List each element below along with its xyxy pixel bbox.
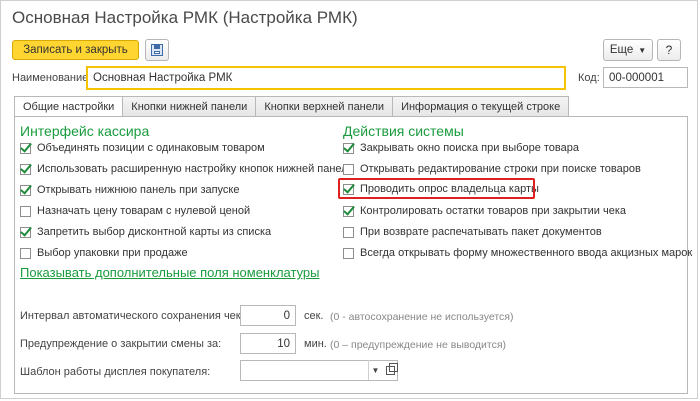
shift-warning-input[interactable]: 10 [240, 333, 296, 354]
help-button[interactable]: ? [657, 39, 681, 61]
autosave-label: Интервал автоматического сохранения чека… [20, 310, 251, 322]
option-merge-positions[interactable]: Объединять позиции с одинаковым товаром [20, 141, 265, 155]
tab-bottom-panel-buttons[interactable]: Кнопки нижней панели [122, 96, 257, 117]
option-forbid-card-list[interactable]: Запретить выбор дисконтной карты из спис… [20, 225, 271, 239]
option-label: Всегда открывать форму множественного вв… [360, 247, 693, 259]
name-input[interactable]: Основная Настройка РМК [86, 66, 566, 90]
option-control-stock[interactable]: Контролировать остатки товаров при закры… [343, 204, 626, 218]
save-and-close-button[interactable]: Записать и закрыть [12, 40, 139, 60]
window-title: Основная Настройка РМК (Настройка РМК) [12, 8, 358, 27]
option-label: Назначать цену товарам с нулевой ценой [37, 205, 251, 217]
shift-warning-unit: мин. [304, 338, 327, 350]
tab-top-panel-buttons[interactable]: Кнопки верхней панели [255, 96, 394, 117]
checkbox[interactable] [343, 142, 354, 154]
shift-warning-hint: (0 – предупреждение не выводится) [330, 339, 507, 351]
tab-bar: Общие настройки Кнопки нижней панели Кно… [14, 96, 570, 118]
open-window-icon[interactable] [383, 360, 398, 380]
checkbox[interactable] [20, 163, 31, 175]
system-actions-heading: Действия системы [343, 123, 464, 139]
chevron-down-icon: ▼ [638, 45, 647, 55]
triangle-down-icon[interactable]: ▼ [368, 360, 382, 380]
more-label: Еще [609, 44, 634, 56]
name-label: Наименование: [12, 72, 92, 84]
show-extra-fields-link[interactable]: Показывать дополнительные поля номенклат… [20, 265, 320, 280]
code-input[interactable]: 00-000001 [603, 67, 688, 88]
checkbox[interactable] [343, 205, 354, 217]
checkbox[interactable] [20, 247, 31, 259]
checkbox[interactable] [20, 184, 31, 196]
floppy-disk-icon [151, 44, 163, 56]
option-extended-buttons[interactable]: Использовать расширенную настройку кнопо… [20, 162, 354, 176]
more-button[interactable]: Еще ▼ [603, 39, 653, 61]
shift-warning-label: Предупреждение о закрытии смены за: [20, 338, 222, 350]
tab-current-row-info[interactable]: Информация о текущей строке [392, 96, 570, 117]
option-label: Закрывать окно поиска при выборе товара [360, 142, 579, 154]
code-label: Код: [578, 72, 600, 84]
option-label: Использовать расширенную настройку кнопо… [37, 163, 354, 175]
checkbox[interactable] [20, 226, 31, 238]
highlight-box [338, 178, 535, 199]
option-open-row-edit[interactable]: Открывать редактирование строки при поис… [343, 162, 641, 176]
option-zero-price[interactable]: Назначать цену товарам с нулевой ценой [20, 204, 250, 218]
tab-general-settings[interactable]: Общие настройки [14, 96, 124, 118]
option-label: Открывать редактирование строки при поис… [360, 163, 641, 175]
checkbox[interactable] [343, 226, 354, 238]
option-label: Открывать нижнюю панель при запуске [37, 184, 240, 196]
option-label: Выбор упаковки при продаже [37, 247, 188, 259]
option-package-choice[interactable]: Выбор упаковки при продаже [20, 246, 188, 260]
checkbox[interactable] [20, 142, 31, 154]
autosave-hint: (0 - автосохранение не используется) [330, 311, 514, 323]
display-template-label: Шаблон работы дисплея покупателя: [20, 366, 211, 378]
autosave-unit: сек. [304, 310, 324, 322]
option-open-bottom-panel[interactable]: Открывать нижнюю панель при запуске [20, 183, 240, 197]
option-excise-form[interactable]: Всегда открывать форму множественного вв… [343, 246, 692, 260]
checkbox[interactable] [343, 247, 354, 259]
checkbox[interactable] [343, 163, 354, 175]
cashier-interface-heading: Интерфейс кассира [20, 123, 150, 139]
option-print-return-docs[interactable]: При возврате распечатывать пакет докумен… [343, 225, 602, 239]
option-label: Контролировать остатки товаров при закры… [360, 205, 626, 217]
checkbox[interactable] [20, 205, 31, 217]
option-close-search[interactable]: Закрывать окно поиска при выборе товара [343, 141, 579, 155]
autosave-input[interactable]: 0 [240, 305, 296, 326]
save-button[interactable] [145, 39, 169, 61]
option-label: Объединять позиции с одинаковым товаром [37, 142, 265, 154]
option-label: При возврате распечатывать пакет докумен… [360, 226, 602, 238]
option-label: Запретить выбор дисконтной карты из спис… [37, 226, 272, 238]
